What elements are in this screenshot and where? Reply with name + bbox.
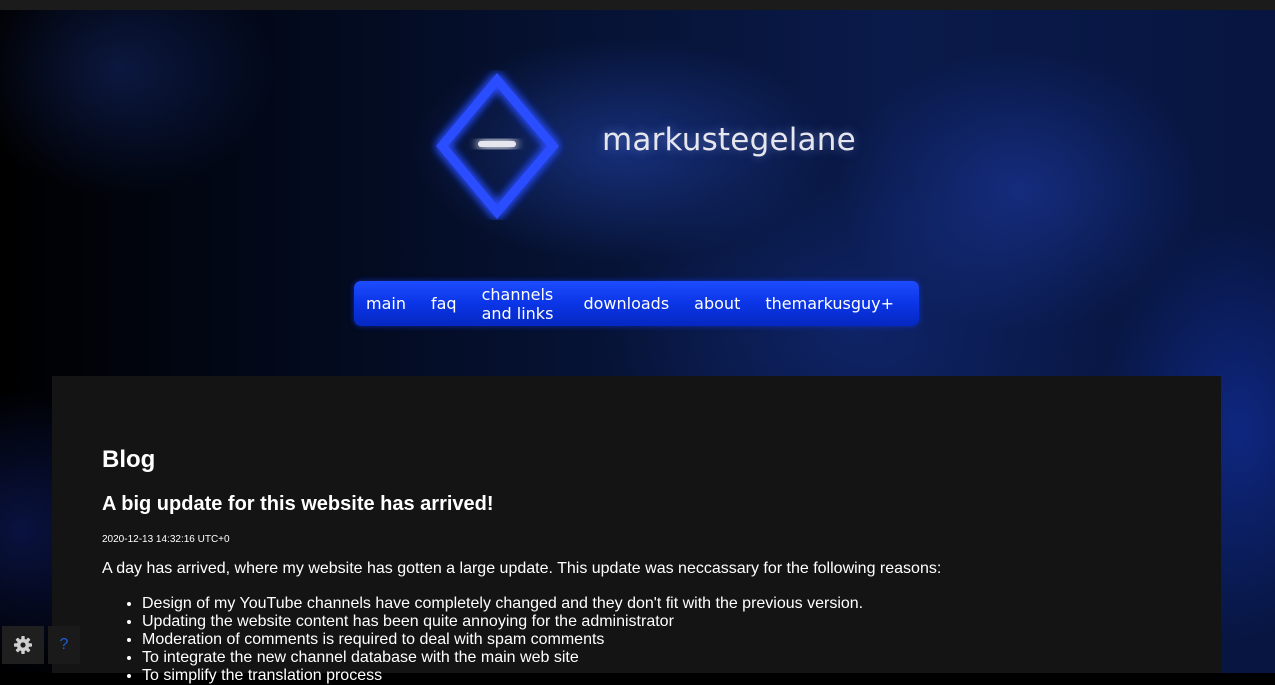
settings-button[interactable] — [2, 626, 44, 664]
list-item: Design of my YouTube channels have compl… — [142, 595, 863, 613]
nav-item-themarkusguy-plus[interactable]: themarkusguy+ — [765, 294, 894, 313]
list-item: Updating the website content has been qu… — [142, 613, 863, 631]
main-nav: main faq channels and links downloads ab… — [354, 281, 919, 326]
post-intro: A day has arrived, where my website has … — [102, 560, 942, 577]
help-button[interactable]: ? — [48, 626, 80, 664]
page-title: Blog — [102, 446, 156, 473]
nav-item-main[interactable]: main — [366, 294, 406, 313]
gear-icon — [14, 636, 32, 654]
list-item: To simplify the translation process — [142, 667, 863, 685]
reasons-list: Design of my YouTube channels have compl… — [102, 595, 863, 685]
content-panel: Blog A big update for this website has a… — [52, 376, 1221, 684]
nav-item-faq[interactable]: faq — [431, 294, 457, 313]
list-item: To integrate the new channel database wi… — [142, 649, 863, 667]
nav-item-downloads[interactable]: downloads — [583, 294, 669, 313]
browser-top-strip — [0, 0, 1275, 10]
diamond-logo-icon — [436, 73, 559, 219]
site-title: markustegelane — [602, 122, 856, 158]
post-title: A big update for this website has arrive… — [102, 493, 494, 515]
nav-item-about[interactable]: about — [694, 294, 740, 313]
post-timestamp: 2020-12-13 14:32:16 UTC+0 — [102, 534, 230, 545]
nav-item-channels-and-links[interactable]: channels and links — [482, 285, 559, 323]
list-item: Moderation of comments is required to de… — [142, 631, 863, 649]
